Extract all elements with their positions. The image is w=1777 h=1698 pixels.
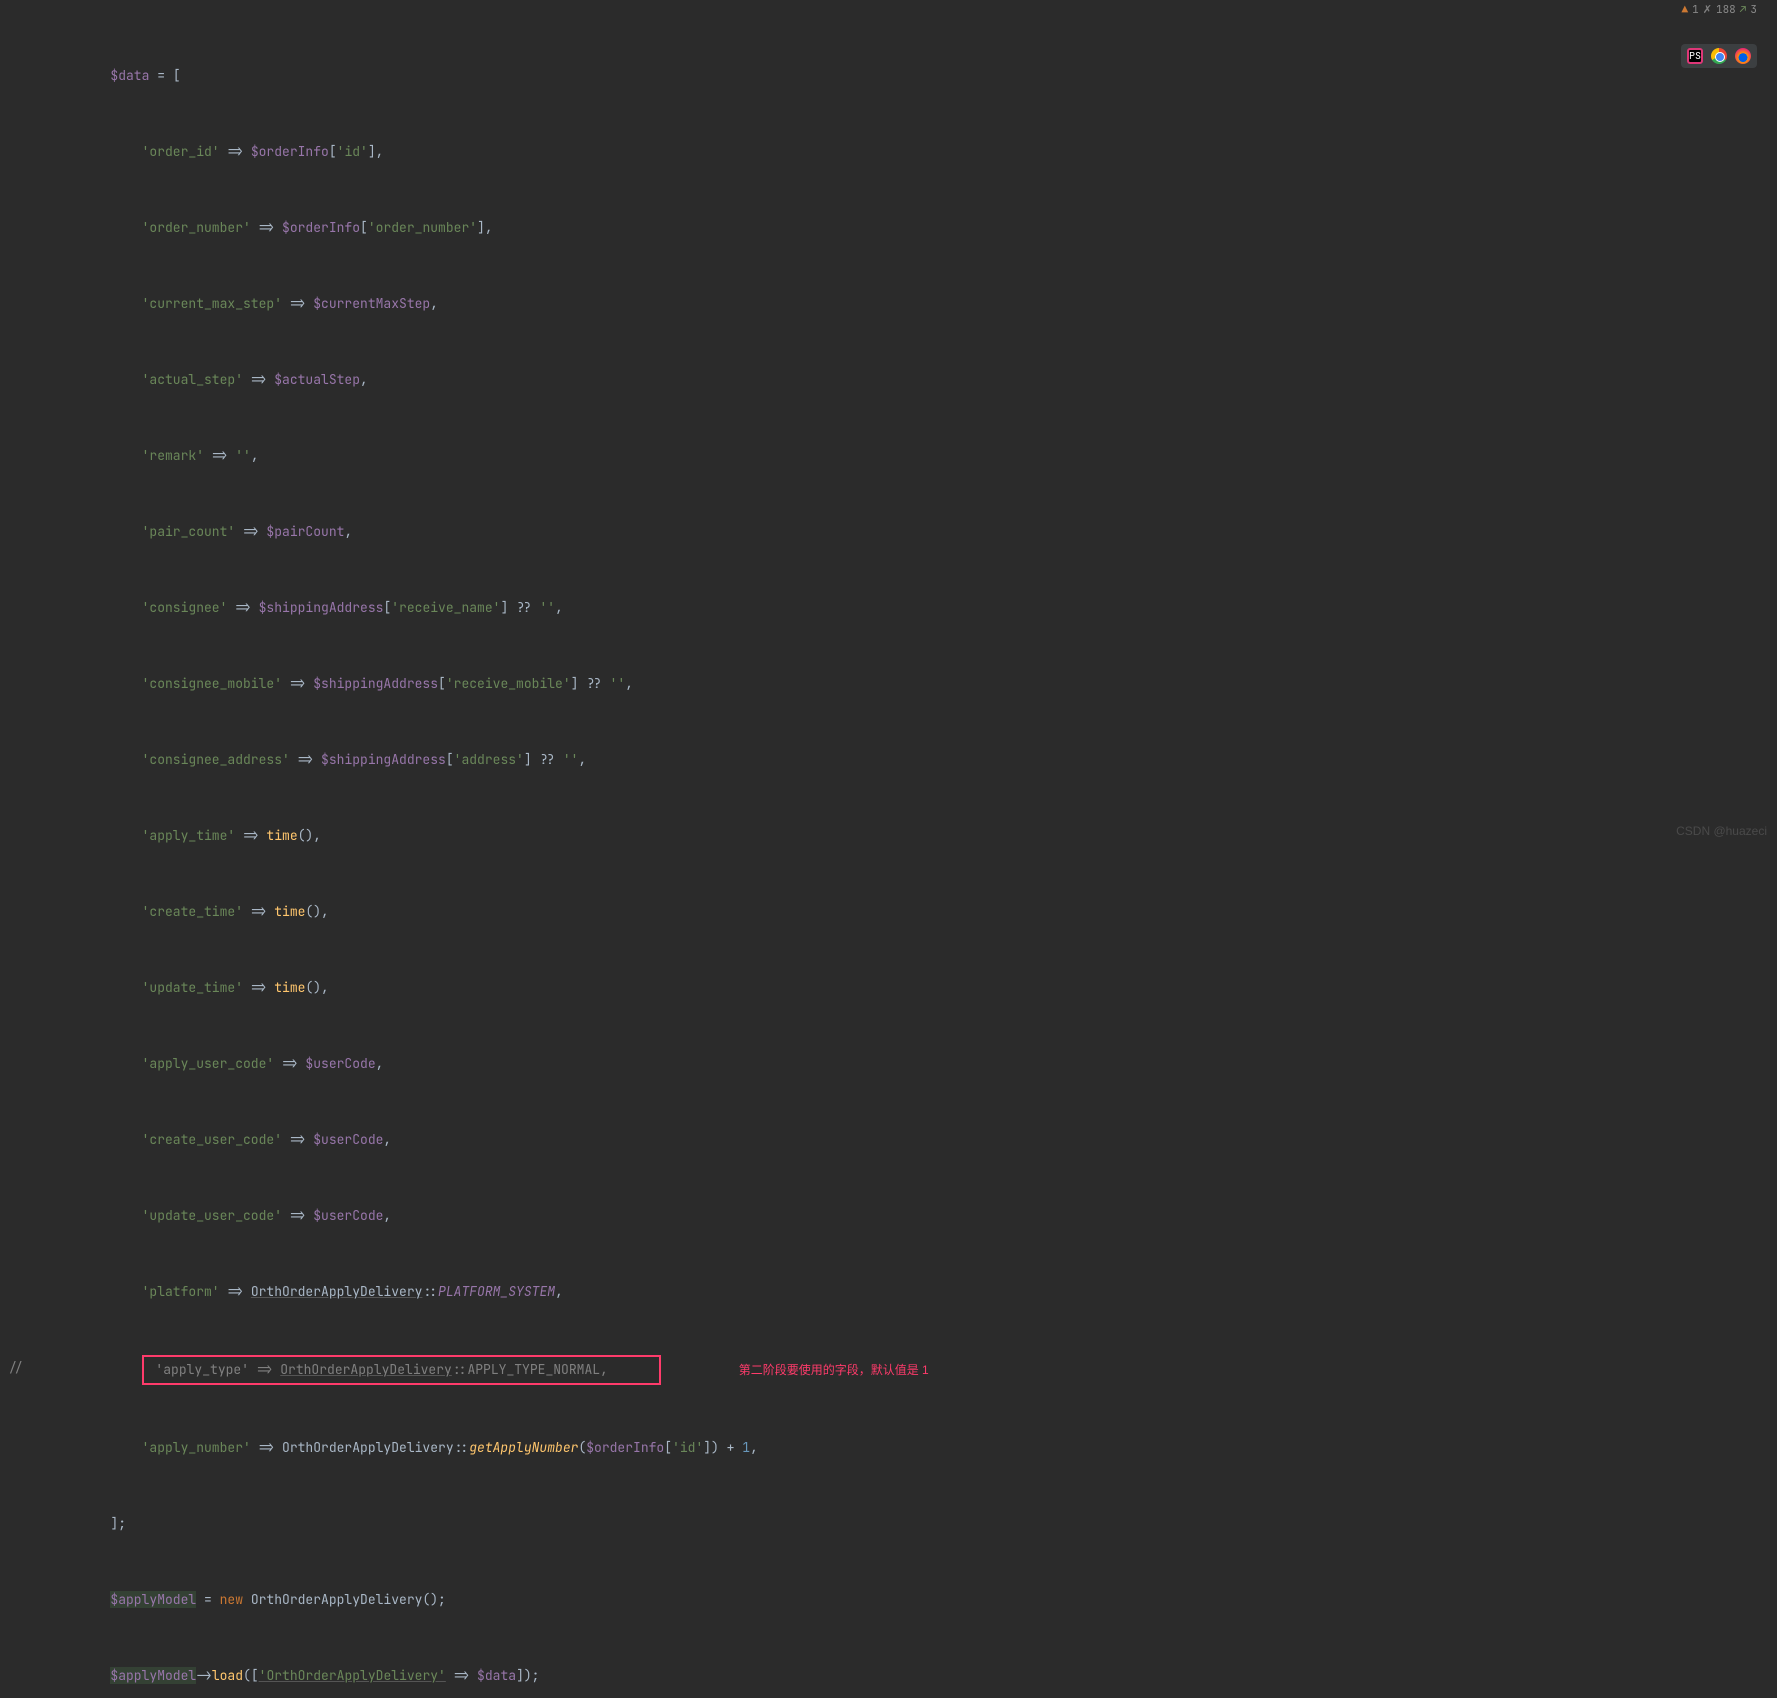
watermark: CSDN @huazeci: [1676, 820, 1767, 843]
code-token: $data: [110, 67, 149, 84]
code-token: = [: [149, 67, 180, 84]
code-token: 'order_id': [142, 143, 220, 160]
commented-line-marker: //: [8, 1355, 48, 1380]
annotation-text: 第二阶段要使用的字段，默认值是 1: [739, 1363, 929, 1377]
code-editor[interactable]: $data = [ 'order_id' => $orderInfo['id']…: [0, 0, 1777, 1698]
annotation-highlight-box: 'apply_type' => OrthOrderApplyDelivery::…: [142, 1355, 661, 1384]
